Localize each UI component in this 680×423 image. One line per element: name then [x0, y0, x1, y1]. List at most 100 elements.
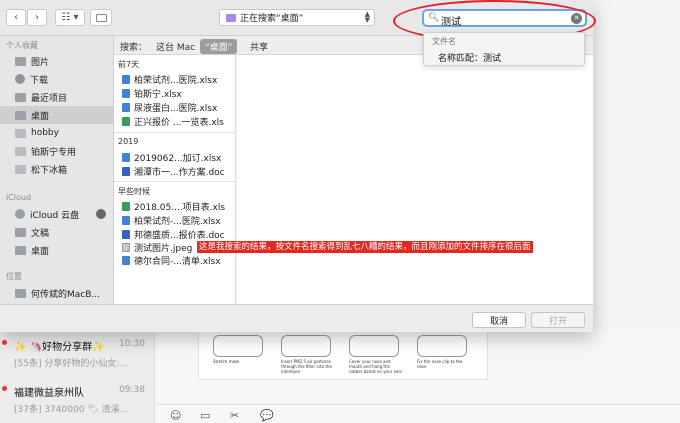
file-name: 尿液蛋白...医院.xlsx	[134, 104, 218, 114]
mask-figure-icon	[213, 335, 263, 357]
figure-caption: Stretch mask	[213, 359, 240, 364]
figure-caption: Insert PM2.5 air particles through the f…	[281, 359, 332, 374]
search-results-list: 前7天 柏荣试剂...医院.xlsx 铂斯宁.xlsx 尿液蛋白...医院.xl…	[114, 55, 236, 304]
file-row[interactable]: 2019062...加订.xlsx	[122, 151, 221, 164]
spreadsheet-file-icon	[122, 117, 130, 126]
sidebar-item-panasonic[interactable]: 松下冰箱	[0, 160, 114, 178]
view-options-button[interactable]: ☷ ▾	[55, 9, 85, 26]
search-folder-icon	[226, 13, 236, 22]
figure-caption: Cover your nose and mouth and hang the r…	[349, 359, 403, 374]
file-row[interactable]: 2018.05....项目表.xls	[122, 200, 225, 213]
search-input-value: 测试	[441, 17, 461, 28]
sidebar-item-macbook[interactable]: 何传斌的MacB...	[0, 284, 114, 302]
folder-icon	[95, 13, 107, 22]
scope-label: 搜索：	[120, 43, 148, 53]
sidebar-item-label: 松下冰箱	[31, 165, 68, 176]
chevron-right-icon: ›	[35, 12, 39, 23]
file-row[interactable]: 德尔合同-...清单.xlsx	[122, 254, 221, 267]
sidebar-header-icloud: iCloud	[6, 193, 32, 202]
annotation-note: 这是我搜索的结果，按文件名搜索得到乱七八糟的结果，而且刚添加的文件排序在很后面	[197, 241, 533, 253]
spreadsheet-file-icon	[122, 202, 130, 211]
cancel-button[interactable]: 取消	[472, 312, 526, 328]
divider	[114, 132, 236, 133]
file-row[interactable]: 湘潭市一...作方案.doc	[122, 165, 225, 178]
sidebar-item-label: 文稿	[31, 228, 50, 239]
forward-button[interactable]: ›	[27, 9, 47, 26]
sidebar-item-label: 下载	[30, 75, 49, 86]
group-header: 早些时候	[118, 187, 150, 196]
unread-dot	[2, 386, 7, 391]
file-row[interactable]: 邦德盛质...报价表.doc	[122, 228, 225, 241]
photo-icon	[15, 56, 26, 66]
chat-input-toolbar: ☺ ▭ ✂ 💬	[156, 404, 680, 423]
sidebar-item-desktop[interactable]: 桌面	[0, 106, 114, 124]
file-row[interactable]: 正兴报价 ...一览表.xls	[122, 115, 224, 128]
sidebar-item-icloud-drive[interactable]: iCloud 云盘	[0, 205, 114, 223]
sidebar-item-hobby[interactable]: hobby	[0, 124, 114, 142]
mask-figure-icon	[417, 335, 467, 357]
file-row[interactable]: 尿液蛋白...医院.xlsx	[122, 101, 217, 114]
sidebar: 个人收藏 图片 下载 最近项目 桌面 hobby 铂斯宁专用 松下冰箱 iClo…	[0, 36, 114, 304]
document-icon	[15, 227, 26, 237]
file-row[interactable]: 柏荣试剂-...医院.xlsx	[122, 214, 221, 227]
search-suggestions: 文件名 名称匹配：测试	[423, 32, 585, 66]
scissors-icon[interactable]: ✂	[230, 409, 239, 422]
folder-icon	[15, 128, 26, 138]
sidebar-item-bosining[interactable]: 铂斯宁专用	[0, 142, 114, 160]
suggestion-name-match[interactable]: 名称匹配：测试	[438, 51, 501, 64]
sidebar-item-documents[interactable]: 文稿	[0, 223, 114, 241]
chat-item[interactable]: 福建微益泉州队 09:38 [37条] 3740000 🏷 清溪...	[0, 376, 155, 422]
sidebar-item-pictures[interactable]: 图片	[0, 52, 114, 70]
excel-file-icon	[122, 216, 130, 225]
file-row[interactable]: 柏荣试剂...医院.xlsx	[122, 73, 217, 86]
chat-title: ✨ 🦄好物分享群✨	[14, 342, 105, 353]
mask-figure-icon	[281, 335, 331, 357]
chat-preview: [55条] 分享好物的小仙女:...	[14, 359, 128, 369]
desktop-icon	[15, 245, 26, 255]
file-name: 湘潭市一...作方案.doc	[134, 168, 225, 178]
group-header: 前7天	[118, 60, 140, 69]
clear-search-icon[interactable]: ✕	[571, 13, 582, 24]
file-row[interactable]: 测试图片.jpeg	[122, 241, 192, 254]
location-label: 正在搜索“桌面”	[240, 14, 304, 24]
folder-icon[interactable]: ▭	[200, 409, 210, 422]
excel-file-icon	[122, 75, 130, 84]
open-button[interactable]: 打开	[531, 312, 585, 328]
emoji-icon[interactable]: ☺	[170, 409, 181, 422]
figure-caption: Fix the nose clip to the nose	[417, 359, 463, 369]
search-field[interactable]: 🔍︎ 测试 ✕	[422, 9, 587, 28]
word-file-icon	[122, 230, 130, 239]
chat-time: 09:38	[119, 385, 145, 395]
sidebar-item-downloads[interactable]: 下载	[0, 70, 114, 88]
sidebar-item-label: 图片	[31, 57, 50, 68]
chat-bubble-icon[interactable]: 💬	[260, 409, 274, 422]
chat-time: 10:30	[119, 339, 145, 349]
file-name: 正兴报价 ...一览表.xls	[134, 118, 224, 128]
image-file-icon	[122, 243, 130, 252]
desktop-icon	[15, 110, 26, 120]
scope-this-mac[interactable]: 这台 Mac	[156, 40, 195, 53]
chat-item[interactable]: ✨ 🦄好物分享群✨ 10:30 [55条] 分享好物的小仙女:...	[0, 330, 155, 376]
scope-shared[interactable]: 共享	[250, 40, 268, 53]
scope-current-folder[interactable]: “桌面”	[200, 39, 238, 54]
sidebar-item-label: 桌面	[31, 111, 50, 122]
file-name: 德尔合同-...清单.xlsx	[134, 257, 221, 267]
cloud-icon	[15, 209, 25, 219]
open-file-dialog: ‹ › ☷ ▾ 正在搜索“桌面” ▲ ▼ 🔍︎ 测试 ✕ 个人收藏 图片 下载 最…	[0, 0, 596, 332]
excel-file-icon	[122, 256, 130, 265]
image-message[interactable]: Stretch mask Insert PM2.5 air particles …	[198, 330, 488, 380]
sidebar-item-recents[interactable]: 最近项目	[0, 88, 114, 106]
folder-icon	[15, 146, 26, 156]
sidebar-item-icloud-desktop[interactable]: 桌面	[0, 241, 114, 259]
new-folder-button[interactable]	[90, 9, 112, 26]
magnifier-icon: 🔍︎	[428, 13, 440, 23]
progress-icon	[96, 209, 106, 219]
location-popup[interactable]: 正在搜索“桌面” ▲ ▼	[219, 9, 375, 26]
sidebar-item-label: iCloud 云盘	[30, 210, 80, 221]
back-button[interactable]: ‹	[6, 9, 26, 26]
dialog-button-bar: 取消 打开	[0, 304, 593, 332]
unread-dot	[2, 340, 7, 345]
sidebar-item-label: 何传斌的MacB...	[31, 289, 100, 300]
file-row[interactable]: 铂斯宁.xlsx	[122, 87, 182, 100]
dialog-toolbar: ‹ › ☷ ▾ 正在搜索“桌面” ▲ ▼ 🔍︎ 测试 ✕	[0, 0, 593, 36]
